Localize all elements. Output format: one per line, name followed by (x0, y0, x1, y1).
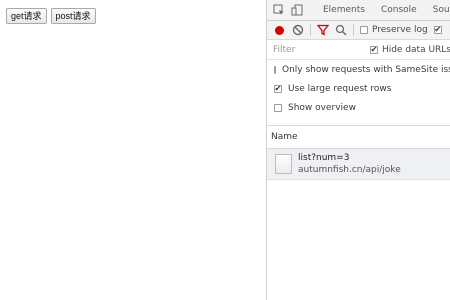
toolbar-divider (310, 24, 311, 36)
tab-sources[interactable]: Sources (425, 5, 450, 15)
preserve-log-label: Preserve log (372, 25, 428, 35)
get-request-button[interactable]: get请求 (6, 8, 47, 24)
name-column-header[interactable]: Name (267, 126, 450, 149)
record-icon[interactable] (275, 25, 284, 35)
page-button-group: get请求 post请求 (6, 8, 96, 24)
show-overview-option-row[interactable]: Show overview (267, 98, 450, 117)
device-toolbar-icon[interactable] (291, 3, 303, 17)
post-request-button[interactable]: post请求 (50, 8, 96, 24)
large-rows-label: Use large request rows (288, 83, 392, 94)
inspect-element-icon[interactable] (273, 3, 285, 17)
name-column-label: Name (271, 132, 298, 142)
disable-cache-checkbox[interactable]: ✔ (433, 26, 442, 34)
preserve-log-checkbox[interactable] (360, 26, 368, 34)
search-icon[interactable] (335, 24, 347, 36)
filter-icon[interactable] (317, 23, 329, 37)
request-row[interactable]: list?num=3 autumnfish.cn/api/joke (267, 149, 450, 180)
network-toolbar: Preserve log ✔ (267, 21, 450, 40)
options-divider (267, 117, 450, 126)
samesite-label: Only show requests with SameSite issues (282, 64, 450, 75)
devtools-tabbar: Elements Console Sources (267, 0, 450, 21)
clear-icon[interactable] (292, 24, 304, 36)
hide-data-urls-checkbox[interactable]: ✔ (369, 45, 378, 54)
show-overview-checkbox[interactable] (274, 103, 282, 112)
toolbar-divider (353, 24, 354, 36)
tab-elements[interactable]: Elements (315, 5, 373, 15)
document-icon (275, 154, 292, 174)
show-overview-label: Show overview (288, 102, 356, 113)
samesite-checkbox[interactable] (274, 65, 276, 74)
samesite-option-row[interactable]: Only show requests with SameSite issues (267, 60, 450, 79)
request-text: list?num=3 autumnfish.cn/api/joke (298, 152, 401, 176)
filter-input[interactable]: Filter (273, 45, 370, 55)
tab-console[interactable]: Console (373, 5, 425, 15)
hide-data-urls-label: Hide data URLs (381, 44, 450, 55)
request-domain: autumnfish.cn/api/joke (298, 165, 401, 175)
filter-bar: Filter ✔ Hide data URLs (267, 40, 450, 60)
large-rows-checkbox[interactable]: ✔ (274, 84, 282, 93)
large-rows-option-row[interactable]: ✔ Use large request rows (267, 79, 450, 98)
devtools-panel: Elements Console Sources Preserve log ✔ … (266, 0, 450, 300)
request-name: list?num=3 (298, 153, 350, 163)
